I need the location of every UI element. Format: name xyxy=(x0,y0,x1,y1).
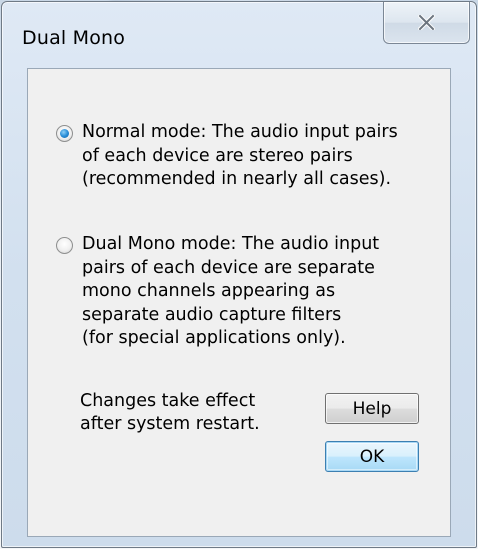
dialog-body: Normal mode: The audio input pairs of ea… xyxy=(27,68,451,537)
dual-mono-mode-radio[interactable] xyxy=(56,237,73,254)
dual-mono-dialog: Dual Mono Normal mode: The audio input p… xyxy=(1,1,477,548)
close-icon xyxy=(418,15,435,30)
window-title: Dual Mono xyxy=(22,27,126,49)
radio-selected-dot xyxy=(60,129,69,138)
ok-button[interactable]: OK xyxy=(325,441,419,472)
normal-mode-line-2: of each device are stereo pairs xyxy=(82,145,353,166)
restart-note: Changes take effect after system restart… xyxy=(80,390,260,436)
help-button[interactable]: Help xyxy=(325,393,419,424)
desktop-background: Dual Mono Normal mode: The audio input p… xyxy=(0,0,478,549)
close-button[interactable] xyxy=(383,2,470,44)
dual-mono-line-5: (for special applications only). xyxy=(82,328,346,348)
restart-note-line-2: after system restart. xyxy=(80,414,260,434)
normal-mode-label[interactable]: Normal mode: The audio input pairs of ea… xyxy=(82,121,422,192)
restart-note-line-1: Changes take effect xyxy=(80,391,256,411)
normal-mode-line-3: (recommended in nearly all cases). xyxy=(82,169,392,189)
dual-mono-line-1: Dual Mono mode: The audio input xyxy=(82,234,380,254)
dual-mono-line-2: pairs of each device are separate xyxy=(82,257,375,278)
dual-mono-line-4: separate audio capture filters xyxy=(82,304,342,325)
normal-mode-radio[interactable] xyxy=(56,125,73,142)
title-bar[interactable]: Dual Mono xyxy=(2,2,476,66)
dual-mono-line-3: mono channels appearing as xyxy=(82,281,336,301)
dual-mono-mode-label[interactable]: Dual Mono mode: The audio input pairs of… xyxy=(82,233,422,351)
normal-mode-line-1: Normal mode: The audio input pairs xyxy=(82,122,398,142)
